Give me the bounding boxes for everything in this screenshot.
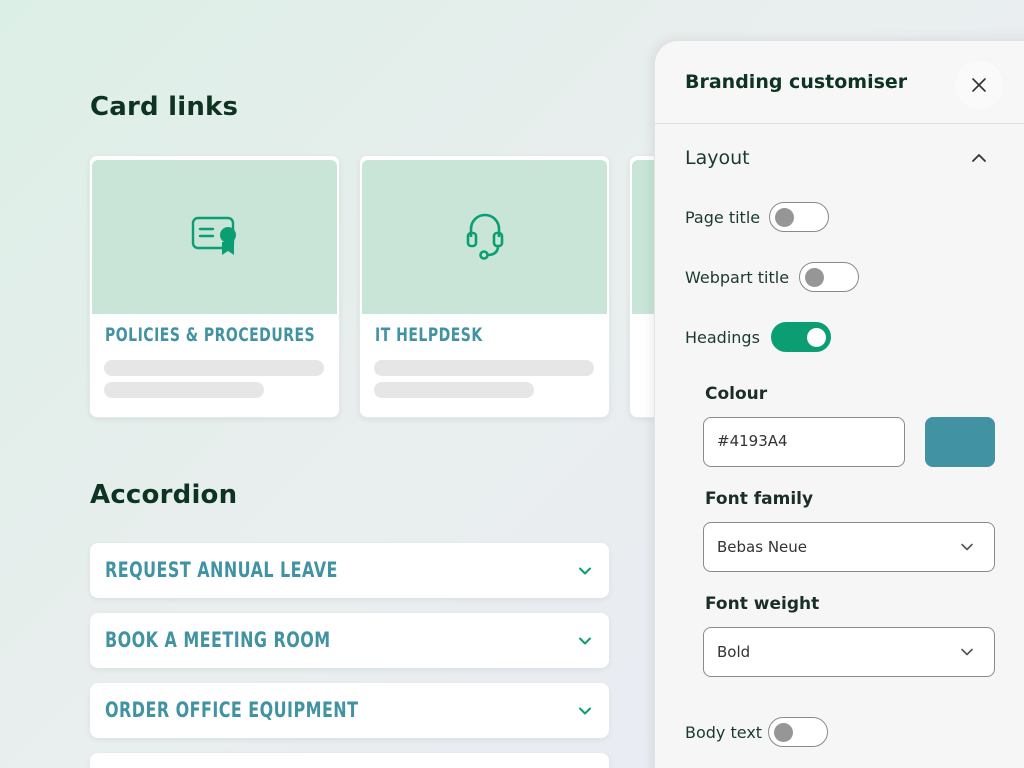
panel-title: Branding customiser [685,71,908,93]
accordion-item[interactable]: Order office equipment [90,683,609,738]
card-links-title: Card links [90,92,239,122]
card-image [362,160,607,314]
colour-swatch[interactable] [925,417,995,467]
font-family-select[interactable]: Bebas Neue [703,522,995,572]
accordion-item[interactable]: Request annual leave [90,543,609,598]
body-text-toggle[interactable] [768,717,828,747]
accordion-item-label: Book a meeting room [105,628,331,652]
accordion-item-label: Order office equipment [105,698,359,722]
accordion-item-label: Request annual leave [105,558,338,582]
close-button[interactable] [955,61,1003,109]
placeholder-line [374,360,594,376]
chevron-down-icon [961,648,973,656]
chevron-down-icon [961,543,973,551]
webpart-title-label: Webpart title [685,268,790,287]
certificate-icon [191,216,236,255]
colour-label: Colour [705,384,768,404]
placeholder-line [104,382,264,398]
headset-icon [466,213,503,260]
headings-toggle[interactable] [771,322,831,352]
font-family-label: Font family [705,489,814,509]
card-title: IT Helpdesk [375,324,483,346]
card-image [92,160,337,314]
chevron-up-icon[interactable] [971,151,987,165]
branding-customiser-panel: Branding customiser Layout Page title We… [654,40,1024,768]
font-weight-label: Font weight [705,594,820,614]
card-it-helpdesk[interactable]: IT Helpdesk [359,155,610,418]
panel-header: Branding customiser [655,41,1024,124]
font-weight-select[interactable]: Bold [703,627,995,677]
headings-label: Headings [685,328,760,347]
chevron-down-icon[interactable] [577,563,593,579]
close-icon [972,78,986,92]
colour-input[interactable]: #4193A4 [703,417,905,467]
page-title-label: Page title [685,208,761,227]
layout-section-header[interactable]: Layout [685,147,750,169]
page-title-toggle[interactable] [769,202,829,232]
card-title: Policies & Procedures [105,324,316,346]
webpart-title-toggle[interactable] [799,262,859,292]
placeholder-line [374,382,534,398]
card-policies-procedures[interactable]: Policies & Procedures [89,155,340,418]
accordion-item[interactable]: Book a meeting room [90,613,609,668]
placeholder-line [104,360,324,376]
body-text-label: Body text [685,723,763,742]
accordion-title: Accordion [90,480,238,510]
chevron-down-icon[interactable] [577,703,593,719]
font-family-value: Bebas Neue [717,538,807,556]
chevron-down-icon[interactable] [577,633,593,649]
font-weight-value: Bold [717,643,751,661]
accordion-item[interactable] [90,753,609,768]
